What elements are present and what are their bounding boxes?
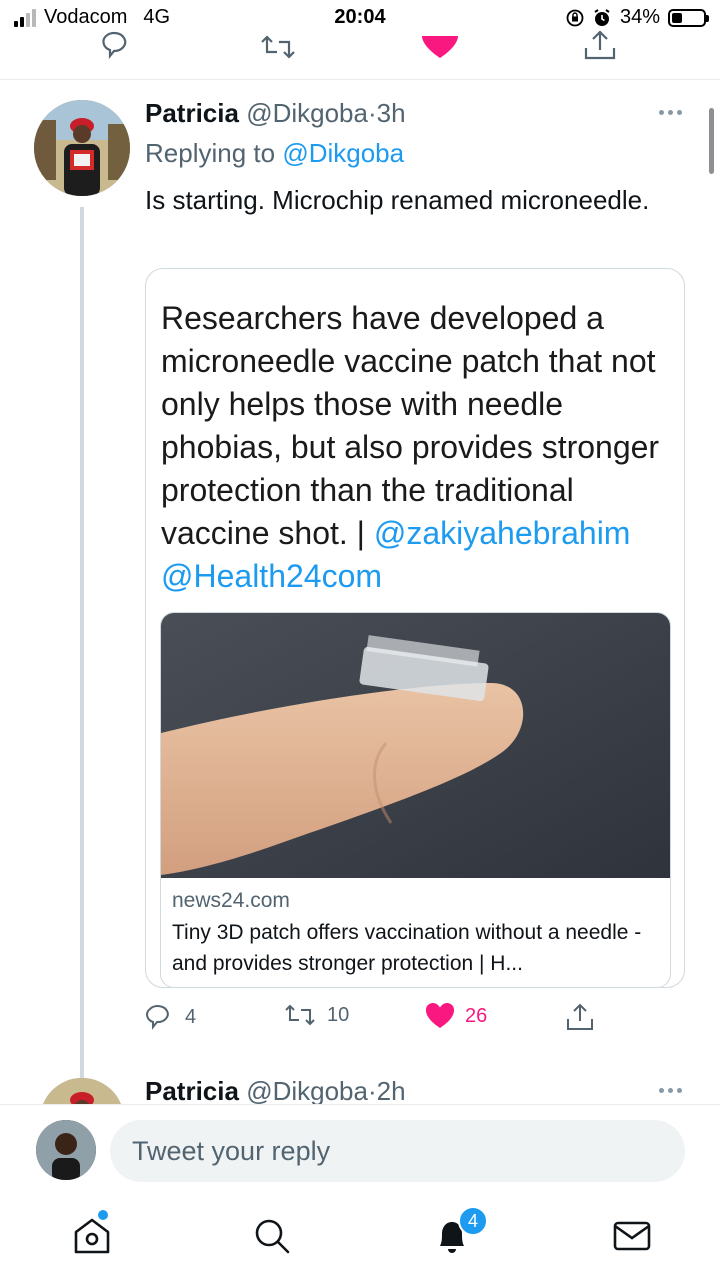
bottom-navigation: 4 bbox=[0, 1196, 720, 1280]
more-options-icon[interactable] bbox=[659, 110, 682, 115]
author-avatar[interactable] bbox=[34, 100, 130, 196]
quote-text: Researchers have developed a microneedle… bbox=[161, 300, 660, 551]
share-icon bbox=[567, 1003, 593, 1030]
status-right: 34% bbox=[566, 6, 709, 29]
previous-tweet-actions bbox=[0, 28, 720, 80]
replying-to-label: Replying to bbox=[145, 138, 276, 168]
reply-icon bbox=[146, 1005, 169, 1030]
like-count: 26 bbox=[465, 1004, 488, 1027]
home-icon[interactable] bbox=[70, 1214, 114, 1258]
search-icon[interactable] bbox=[250, 1214, 294, 1258]
tweet-actions: 4 10 26 bbox=[145, 1002, 615, 1038]
alarm-icon bbox=[594, 8, 610, 26]
tweet-text: Is starting. Microchip renamed microneed… bbox=[145, 185, 650, 215]
reply-button[interactable]: 4 bbox=[145, 1002, 196, 1032]
link-title: Tiny 3D patch offers vaccination without… bbox=[172, 921, 642, 975]
link-preview-card[interactable]: news24.com Tiny 3D patch offers vaccinat… bbox=[160, 612, 671, 987]
author-name[interactable]: Patricia bbox=[145, 98, 239, 128]
like-button[interactable]: 26 bbox=[425, 1002, 487, 1030]
tweet-time[interactable]: 3h bbox=[377, 98, 406, 128]
avatar-image bbox=[36, 1120, 96, 1180]
share-icon[interactable] bbox=[582, 28, 618, 62]
quote-text-block: Researchers have developed a microneedle… bbox=[161, 297, 671, 598]
next-tweet[interactable]: Patricia @Dikgoba·2h bbox=[0, 1070, 720, 1104]
heart-icon[interactable] bbox=[420, 28, 460, 60]
reply-icon[interactable] bbox=[100, 28, 134, 62]
retweet-icon[interactable] bbox=[258, 34, 298, 60]
reply-count: 4 bbox=[185, 1005, 197, 1028]
retweet-icon bbox=[285, 1004, 315, 1026]
scrollbar[interactable] bbox=[709, 108, 714, 174]
avatar-image bbox=[34, 100, 130, 196]
notifications-badge: 4 bbox=[458, 1206, 488, 1236]
retweet-button[interactable]: 10 bbox=[283, 1002, 349, 1028]
thread-line bbox=[80, 207, 84, 1152]
retweet-count: 10 bbox=[327, 1003, 350, 1026]
battery-fill bbox=[672, 12, 683, 23]
tweet-header: Patricia @Dikgoba·3h bbox=[145, 98, 406, 129]
link-preview-image bbox=[161, 613, 670, 878]
mail-icon[interactable] bbox=[610, 1214, 654, 1258]
mention-health24com[interactable]: @Health24com bbox=[161, 558, 382, 594]
replying-to-handle[interactable]: @Dikgoba bbox=[282, 138, 404, 168]
my-avatar[interactable] bbox=[36, 1120, 96, 1180]
share-button[interactable] bbox=[565, 1002, 595, 1032]
separator: · bbox=[367, 1076, 377, 1104]
link-domain: news24.com bbox=[172, 889, 290, 912]
mention-zakiyahebrahim[interactable]: @zakiyahebrahim bbox=[374, 515, 631, 551]
orientation-lock-icon bbox=[566, 9, 584, 26]
heart-icon bbox=[426, 1003, 454, 1028]
avatar-image bbox=[40, 1078, 124, 1104]
quoted-tweet-card[interactable]: Researchers have developed a microneedle… bbox=[145, 268, 685, 988]
battery-percent: 34% bbox=[619, 6, 660, 28]
reply-input[interactable] bbox=[110, 1120, 685, 1182]
reply-bar bbox=[0, 1104, 720, 1196]
next-author-avatar[interactable] bbox=[40, 1078, 124, 1104]
battery-icon bbox=[668, 8, 709, 27]
home-unread-dot bbox=[98, 1210, 108, 1220]
next-author-name[interactable]: Patricia bbox=[145, 1076, 239, 1104]
next-tweet-time[interactable]: 2h bbox=[377, 1076, 406, 1104]
next-tweet-header: Patricia @Dikgoba·2h bbox=[145, 1076, 406, 1104]
replying-to: Replying to @Dikgoba bbox=[145, 138, 404, 169]
next-author-handle[interactable]: @Dikgoba bbox=[246, 1076, 368, 1104]
author-handle[interactable]: @Dikgoba bbox=[246, 98, 368, 128]
more-options-icon[interactable] bbox=[659, 1088, 682, 1093]
separator: · bbox=[367, 98, 377, 128]
